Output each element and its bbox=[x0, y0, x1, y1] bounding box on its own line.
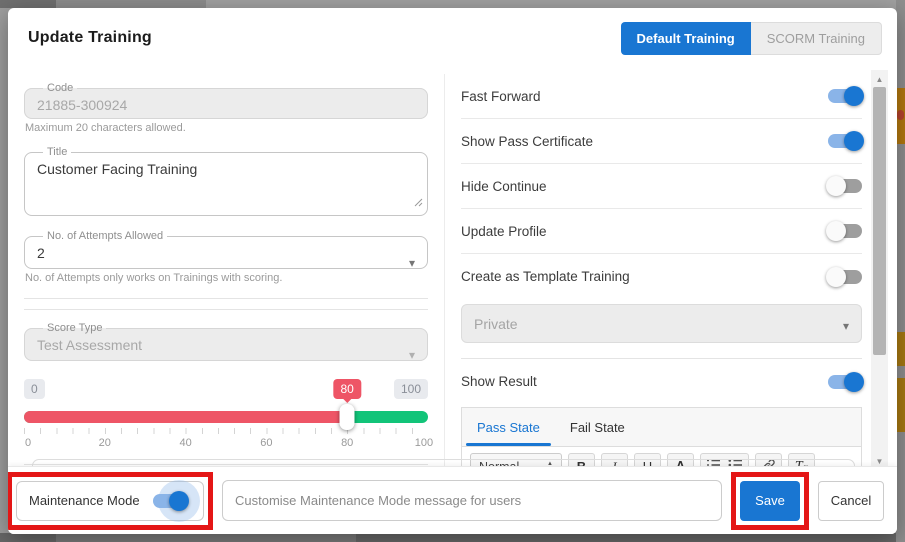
divider bbox=[24, 298, 428, 299]
modal-title: Update Training bbox=[28, 29, 152, 47]
code-label: Code bbox=[43, 82, 77, 94]
code-helper-text: Maximum 20 characters allowed. bbox=[25, 122, 428, 134]
modal-body: Code 21885-300924 Maximum 20 characters … bbox=[8, 68, 897, 466]
toggle-row-update-profile: Update Profile bbox=[461, 209, 862, 254]
result-state-tabs: Pass State Fail State bbox=[462, 408, 861, 447]
chevron-down-icon: ▾ bbox=[843, 319, 849, 333]
update-profile-toggle[interactable] bbox=[828, 224, 862, 238]
toggle-row-hide-continue: Hide Continue bbox=[461, 164, 862, 209]
update-training-modal: Update Training Default Training SCORM T… bbox=[8, 8, 897, 534]
toggle-row-fast-forward: Fast Forward bbox=[461, 74, 862, 119]
show-pass-certificate-toggle[interactable] bbox=[828, 134, 862, 148]
background-page-right bbox=[896, 0, 905, 542]
slider-tick-labels: 0 20 40 60 80 100 bbox=[24, 437, 428, 452]
maintenance-mode-toggle[interactable] bbox=[153, 494, 187, 508]
partially-visible-field bbox=[32, 459, 855, 466]
toggle-row-create-template: Create as Template Training bbox=[461, 254, 862, 299]
title-value: Customer Facing Training bbox=[37, 160, 415, 177]
slider-value-badge: 80 bbox=[334, 379, 361, 399]
tab-default-training[interactable]: Default Training bbox=[621, 22, 751, 55]
toggle-row-show-pass-certificate: Show Pass Certificate bbox=[461, 119, 862, 164]
divider bbox=[24, 309, 428, 310]
attempts-value: 2 bbox=[37, 244, 415, 261]
scrollbar-thumb[interactable] bbox=[873, 87, 886, 355]
chevron-down-icon: ▾ bbox=[409, 348, 415, 362]
fast-forward-toggle[interactable] bbox=[828, 89, 862, 103]
slider-ticks bbox=[24, 428, 428, 434]
slider-min-badge: 0 bbox=[24, 379, 45, 399]
maintenance-message-input[interactable] bbox=[222, 480, 722, 521]
create-template-toggle[interactable] bbox=[828, 270, 862, 284]
pass-score-slider: 0 80 100 0 20 40 60 80 100 bbox=[24, 379, 428, 452]
code-value: 21885-300924 bbox=[37, 96, 415, 113]
template-visibility-select: Private ▾ bbox=[461, 304, 862, 343]
show-result-toggle[interactable] bbox=[828, 375, 862, 389]
attempts-label: No. of Attempts Allowed bbox=[43, 230, 167, 242]
scroll-up-icon[interactable]: ▲ bbox=[871, 72, 888, 86]
attempts-select[interactable]: No. of Attempts Allowed 2 ▾ bbox=[24, 230, 428, 269]
background-page-top bbox=[0, 0, 905, 8]
scrollbar[interactable]: ▲ ▼ bbox=[871, 70, 888, 470]
training-type-tabs: Default Training SCORM Training bbox=[621, 22, 882, 55]
annotation-box-save: Save bbox=[731, 472, 809, 530]
slider-track[interactable] bbox=[24, 411, 428, 423]
tab-scorm-training[interactable]: SCORM Training bbox=[751, 22, 882, 55]
left-column: Code 21885-300924 Maximum 20 characters … bbox=[24, 74, 445, 466]
score-type-select: Score Type Test Assessment ▾ bbox=[24, 322, 428, 361]
tab-fail-state[interactable]: Fail State bbox=[555, 408, 640, 446]
attempts-helper-text: No. of Attempts only works on Trainings … bbox=[25, 272, 428, 284]
textarea-resize-icon[interactable] bbox=[414, 194, 423, 212]
tab-pass-state[interactable]: Pass State bbox=[462, 408, 555, 446]
maintenance-mode-box: Maintenance Mode bbox=[16, 481, 204, 521]
modal-header: Update Training Default Training SCORM T… bbox=[8, 8, 897, 68]
modal-footer: Maintenance Mode Save Cancel bbox=[8, 466, 897, 534]
background-page-bottom bbox=[0, 533, 905, 542]
score-type-value: Test Assessment bbox=[37, 336, 415, 353]
code-field: Code 21885-300924 bbox=[24, 82, 428, 119]
cancel-button[interactable]: Cancel bbox=[818, 481, 884, 521]
hide-continue-toggle[interactable] bbox=[828, 179, 862, 193]
slider-max-badge: 100 bbox=[394, 379, 428, 399]
save-button[interactable]: Save bbox=[740, 481, 800, 521]
chevron-down-icon: ▾ bbox=[409, 256, 415, 270]
title-label: Title bbox=[43, 146, 71, 158]
maintenance-mode-label: Maintenance Mode bbox=[29, 493, 140, 508]
toggle-row-show-result: Show Result bbox=[461, 359, 862, 404]
slider-fill-low bbox=[24, 411, 347, 423]
title-field[interactable]: Title Customer Facing Training bbox=[24, 146, 428, 216]
score-type-label: Score Type bbox=[43, 322, 106, 334]
right-column: Fast Forward Show Pass Certificate Hide … bbox=[445, 74, 862, 466]
slider-handle[interactable] bbox=[340, 404, 355, 430]
annotation-box-maintenance: Maintenance Mode bbox=[8, 472, 213, 530]
